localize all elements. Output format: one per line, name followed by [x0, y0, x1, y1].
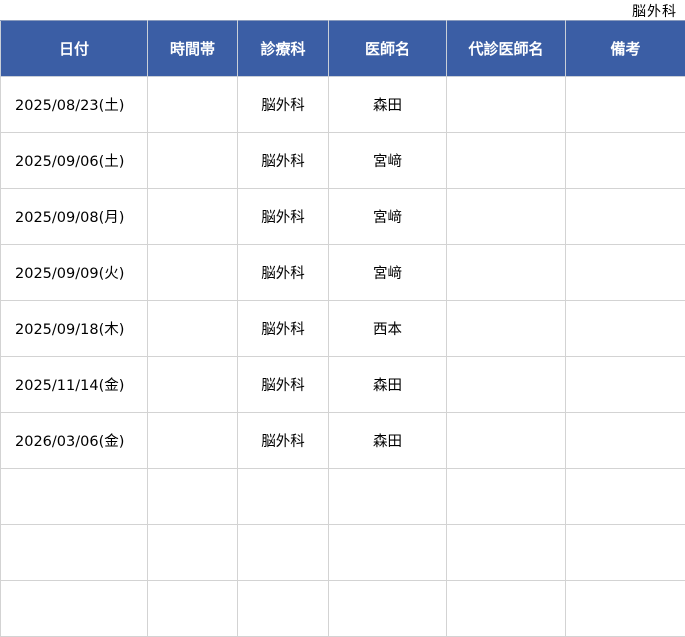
department-cell: 脳外科 [238, 413, 329, 469]
time-cell [148, 413, 238, 469]
substitute-cell [447, 413, 566, 469]
column-header-substitute-doctor: 代診医師名 [447, 21, 566, 77]
time-cell [148, 133, 238, 189]
schedule-page: 脳外科 日付 時間帯 診療科 医師名 代診医師名 備考 2025/08/23(土… [0, 0, 685, 635]
doctor-cell: 宮﨑 [329, 245, 447, 301]
date-cell: 2026/03/06(金) [1, 413, 148, 469]
note-cell [566, 525, 685, 581]
doctor-cell: 森田 [329, 357, 447, 413]
substitute-cell [447, 357, 566, 413]
substitute-cell [447, 77, 566, 133]
table-row: 2025/09/06(土) 脳外科 宮﨑 [1, 133, 685, 189]
table-row: 2025/09/08(月) 脳外科 宮﨑 [1, 189, 685, 245]
substitute-cell [447, 301, 566, 357]
doctor-cell [329, 525, 447, 581]
substitute-cell [447, 581, 566, 637]
table-row: 2025/09/18(木) 脳外科 西本 [1, 301, 685, 357]
table-row [1, 581, 685, 637]
table-header-row: 日付 時間帯 診療科 医師名 代診医師名 備考 [1, 21, 685, 77]
substitute-cell [447, 189, 566, 245]
substitute-cell [447, 133, 566, 189]
date-cell: 2025/08/23(土) [1, 77, 148, 133]
date-cell [1, 469, 148, 525]
department-cell [238, 581, 329, 637]
substitute-cell [447, 525, 566, 581]
department-cell [238, 525, 329, 581]
column-header-doctor: 医師名 [329, 21, 447, 77]
doctor-cell [329, 581, 447, 637]
time-cell [148, 77, 238, 133]
column-header-time: 時間帯 [148, 21, 238, 77]
date-cell: 2025/09/08(月) [1, 189, 148, 245]
note-cell [566, 357, 685, 413]
date-cell: 2025/09/09(火) [1, 245, 148, 301]
doctor-cell: 西本 [329, 301, 447, 357]
department-cell: 脳外科 [238, 77, 329, 133]
date-cell: 2025/09/06(土) [1, 133, 148, 189]
time-cell [148, 357, 238, 413]
note-cell [566, 189, 685, 245]
column-header-department: 診療科 [238, 21, 329, 77]
table-row [1, 469, 685, 525]
date-cell [1, 525, 148, 581]
time-cell [148, 301, 238, 357]
note-cell [566, 413, 685, 469]
date-cell [1, 581, 148, 637]
table-row: 2026/03/06(金) 脳外科 森田 [1, 413, 685, 469]
note-cell [566, 469, 685, 525]
time-cell [148, 581, 238, 637]
date-cell: 2025/11/14(金) [1, 357, 148, 413]
department-cell: 脳外科 [238, 357, 329, 413]
substitute-cell [447, 245, 566, 301]
doctor-cell: 森田 [329, 413, 447, 469]
note-cell [566, 133, 685, 189]
column-header-note: 備考 [566, 21, 685, 77]
note-cell [566, 581, 685, 637]
note-cell [566, 245, 685, 301]
note-cell [566, 301, 685, 357]
time-cell [148, 245, 238, 301]
date-cell: 2025/09/18(木) [1, 301, 148, 357]
schedule-table: 日付 時間帯 診療科 医師名 代診医師名 備考 2025/08/23(土) 脳外… [0, 20, 685, 637]
table-row [1, 525, 685, 581]
table-row: 2025/08/23(土) 脳外科 森田 [1, 77, 685, 133]
doctor-cell [329, 469, 447, 525]
table-row: 2025/11/14(金) 脳外科 森田 [1, 357, 685, 413]
doctor-cell: 宮﨑 [329, 189, 447, 245]
time-cell [148, 525, 238, 581]
department-cell: 脳外科 [238, 245, 329, 301]
doctor-cell: 宮﨑 [329, 133, 447, 189]
department-cell [238, 469, 329, 525]
department-cell: 脳外科 [238, 301, 329, 357]
time-cell [148, 469, 238, 525]
time-cell [148, 189, 238, 245]
department-cell: 脳外科 [238, 189, 329, 245]
table-row: 2025/09/09(火) 脳外科 宮﨑 [1, 245, 685, 301]
doctor-cell: 森田 [329, 77, 447, 133]
note-cell [566, 77, 685, 133]
department-label: 脳外科 [632, 3, 677, 21]
substitute-cell [447, 469, 566, 525]
department-cell: 脳外科 [238, 133, 329, 189]
column-header-date: 日付 [1, 21, 148, 77]
